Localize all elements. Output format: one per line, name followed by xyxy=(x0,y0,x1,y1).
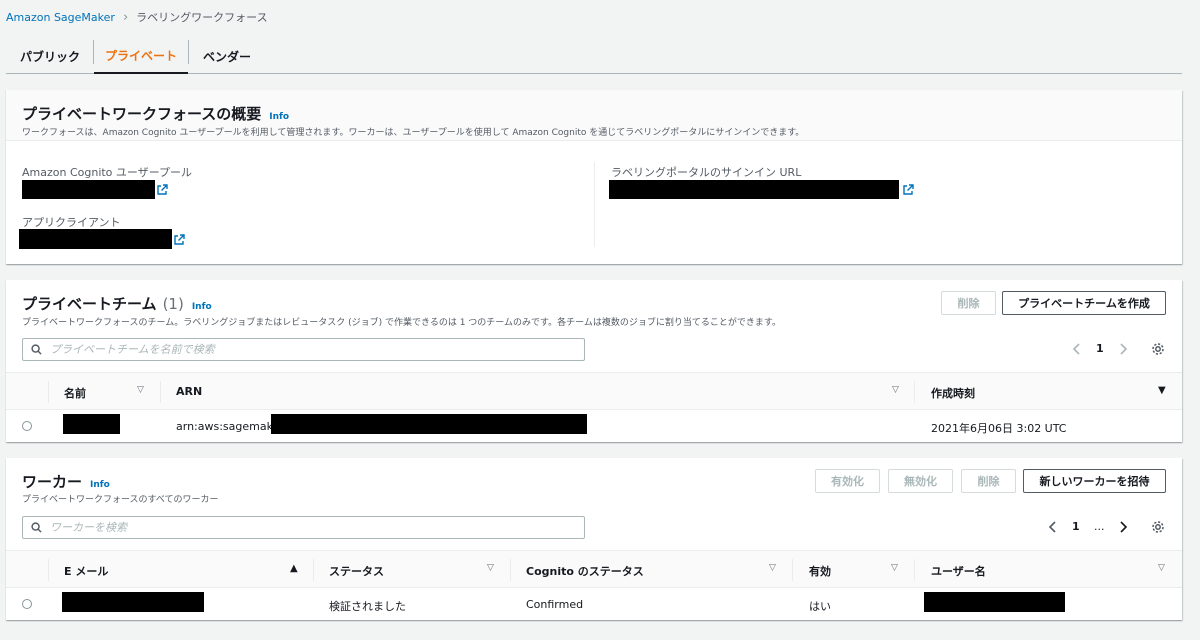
app-client-value-redacted xyxy=(19,229,172,249)
chevron-left-icon[interactable] xyxy=(1048,520,1058,534)
external-link-icon[interactable] xyxy=(173,234,185,246)
tab-public[interactable]: パブリック xyxy=(6,38,94,74)
team-search-input[interactable] xyxy=(50,343,548,356)
sort-ascending-icon[interactable]: ▲ xyxy=(290,563,298,574)
column-separator xyxy=(914,381,915,403)
column-header-email[interactable]: E メール xyxy=(64,563,108,579)
column-separator xyxy=(313,559,314,581)
workers-page-number[interactable]: 1 xyxy=(1072,520,1080,533)
tab-vendor[interactable]: ベンダー xyxy=(189,38,265,74)
column-header-created[interactable]: 作成時刻 xyxy=(931,385,975,401)
teams-page-number[interactable]: 1 xyxy=(1096,342,1104,355)
sort-icon[interactable]: ▽ xyxy=(892,385,899,395)
team-arn-redacted xyxy=(271,414,587,434)
column-header-arn[interactable]: ARN xyxy=(176,385,202,398)
search-icon xyxy=(31,522,42,533)
chevron-left-icon[interactable] xyxy=(1072,342,1082,356)
sort-icon[interactable]: ▽ xyxy=(891,563,898,573)
chevron-right-icon: › xyxy=(122,9,129,25)
column-separator xyxy=(48,381,49,403)
user-pool-label: Amazon Cognito ユーザープール xyxy=(22,166,193,179)
worker-status: 検証されました xyxy=(329,600,406,613)
breadcrumb: Amazon SageMaker › ラベリングワークフォース xyxy=(6,9,268,25)
team-search-field[interactable] xyxy=(22,338,585,361)
delete-worker-button[interactable]: 削除 xyxy=(961,469,1016,493)
column-separator xyxy=(160,381,161,403)
enable-worker-button[interactable]: 有効化 xyxy=(815,469,880,493)
external-link-icon[interactable] xyxy=(156,184,168,196)
team-created-time: 2021年6月06日 3:02 UTC xyxy=(931,422,1067,435)
column-separator xyxy=(914,559,915,581)
teams-info-link[interactable]: Info xyxy=(192,302,212,312)
overview-header: プライベートワークフォースの概要 Info ワークフォースは、Amazon Co… xyxy=(6,90,1182,141)
invite-worker-button[interactable]: 新しいワーカーを招待 xyxy=(1023,469,1166,493)
table-row[interactable]: arn:aws:sagemaker: 2021年6月06日 3:02 UTC xyxy=(6,410,1182,442)
signin-url-value-redacted xyxy=(609,180,899,199)
column-header-cognito-status[interactable]: Cognito のステータス xyxy=(526,563,644,579)
sort-icon[interactable]: ▽ xyxy=(137,385,144,395)
teams-table-header: 名前 ▽ ARN ▽ 作成時刻 ▼ xyxy=(6,372,1182,410)
overview-description: ワークフォースは、Amazon Cognito ユーザープールを利用して管理され… xyxy=(22,128,805,138)
breadcrumb-root-link[interactable]: Amazon SageMaker xyxy=(6,11,115,24)
workers-title: ワーカー xyxy=(22,473,83,491)
search-icon xyxy=(31,344,42,355)
row-select-radio[interactable] xyxy=(22,599,32,609)
gear-icon[interactable] xyxy=(1151,520,1165,534)
worker-email-redacted xyxy=(62,592,204,612)
workers-description: プライベートワークフォースのすべてのワーカー xyxy=(22,495,219,505)
user-pool-value-redacted xyxy=(22,180,155,199)
column-separator xyxy=(510,559,511,581)
row-select-radio[interactable] xyxy=(22,421,32,431)
overview-title: プライベートワークフォースの概要 xyxy=(22,105,262,123)
tab-private[interactable]: プライベート xyxy=(94,38,188,74)
app-client-label: アプリクライアント xyxy=(22,216,121,229)
workers-panel: ワーカー Info プライベートワークフォースのすべてのワーカー 有効化 無効化… xyxy=(6,458,1182,620)
worker-enabled: はい xyxy=(809,600,831,613)
signin-url-label: ラベリングポータルのサインイン URL xyxy=(611,166,802,179)
teams-count: (1) xyxy=(162,295,184,313)
worker-search-field[interactable] xyxy=(22,516,585,539)
chevron-right-icon[interactable] xyxy=(1118,342,1128,356)
table-row[interactable]: 検証されました Confirmed はい xyxy=(6,588,1182,620)
private-teams-panel: プライベートチーム (1) Info プライベートワークフォースのチーム。ラベリ… xyxy=(6,280,1182,442)
column-separator xyxy=(792,559,793,581)
worker-search-input[interactable] xyxy=(50,521,548,534)
column-header-name[interactable]: 名前 xyxy=(64,385,86,401)
pagination-ellipsis: ... xyxy=(1094,520,1105,533)
team-name-redacted xyxy=(63,414,120,434)
tab-bar: パブリック プライベート ベンダー xyxy=(6,38,1182,74)
worker-cognito-status: Confirmed xyxy=(526,598,584,611)
worker-username-redacted xyxy=(924,592,1065,612)
column-separator xyxy=(48,559,49,581)
overview-info-link[interactable]: Info xyxy=(269,112,289,122)
delete-team-button[interactable]: 削除 xyxy=(941,291,996,315)
chevron-right-icon[interactable] xyxy=(1118,520,1128,534)
column-header-status[interactable]: ステータス xyxy=(329,563,384,579)
sort-icon[interactable]: ▽ xyxy=(1158,563,1165,573)
disable-worker-button[interactable]: 無効化 xyxy=(888,469,953,493)
gear-icon[interactable] xyxy=(1151,342,1165,356)
teams-title: プライベートチーム xyxy=(22,295,157,313)
sort-descending-icon[interactable]: ▼ xyxy=(1158,385,1166,396)
create-private-team-button[interactable]: プライベートチームを作成 xyxy=(1002,291,1166,315)
sort-icon[interactable]: ▽ xyxy=(769,563,776,573)
column-header-username[interactable]: ユーザー名 xyxy=(931,563,986,579)
external-link-icon[interactable] xyxy=(902,184,914,196)
teams-description: プライベートワークフォースのチーム。ラベリングジョブまたはレビュータスク (ジョ… xyxy=(22,318,781,328)
sort-icon[interactable]: ▽ xyxy=(487,563,494,573)
column-divider xyxy=(594,162,595,247)
workers-table-header: E メール ▲ ステータス ▽ Cognito のステータス ▽ 有効 ▽ ユー… xyxy=(6,550,1182,588)
overview-panel: プライベートワークフォースの概要 Info ワークフォースは、Amazon Co… xyxy=(6,90,1182,264)
workers-info-link[interactable]: Info xyxy=(90,480,110,490)
column-header-enabled[interactable]: 有効 xyxy=(809,563,831,579)
breadcrumb-current: ラベリングワークフォース xyxy=(136,11,268,24)
